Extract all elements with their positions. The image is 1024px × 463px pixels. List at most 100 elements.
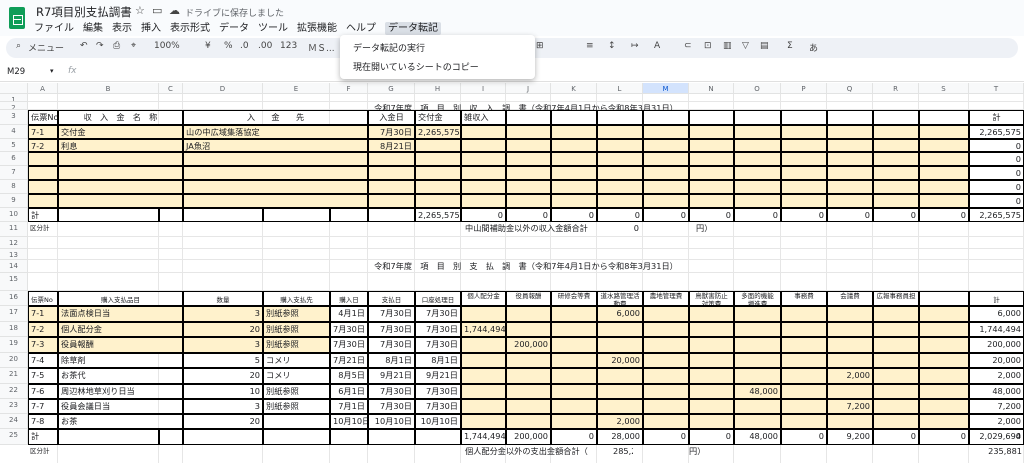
redo-icon[interactable]: ↷ [96, 41, 104, 51]
pay-cell[interactable] [919, 399, 969, 414]
pay-item[interactable]: 役員会議日当 [58, 399, 183, 414]
pay-subtotal-note[interactable]: 個人配分金以外の支出金額合計（ [463, 445, 609, 458]
income-cell[interactable] [827, 194, 873, 208]
column-header-k[interactable]: K [551, 83, 597, 94]
name-box-dropdown-icon[interactable]: ▾ [50, 67, 54, 75]
menu-7[interactable]: 拡張機能 [297, 23, 337, 34]
income-cell[interactable] [506, 139, 551, 152]
menu-item-run-transfer[interactable]: データ転記の実行 [353, 41, 425, 54]
income-total-zero[interactable]: 0 [506, 208, 551, 222]
income-total-zero[interactable]: 0 [551, 208, 597, 222]
row-header-10[interactable]: 10 [0, 208, 28, 222]
decrease-decimal-button[interactable]: .0 [240, 41, 249, 51]
increase-decimal-button[interactable]: .00 [258, 41, 272, 51]
income-misc[interactable] [461, 166, 506, 180]
income-cell[interactable] [689, 180, 734, 194]
pay-header-item[interactable]: 購入支払品目 [58, 291, 183, 306]
pay-category-amount[interactable]: 6,000 [597, 306, 643, 322]
sheets-logo-icon[interactable] [9, 7, 25, 29]
pay-buy-date[interactable]: 4月1日 [330, 306, 368, 322]
income-date[interactable] [368, 194, 415, 208]
income-total-zero[interactable]: 0 [643, 208, 689, 222]
pay-buy-date[interactable]: 7月21日 [330, 353, 368, 368]
pay-category-amount[interactable] [551, 414, 597, 429]
pay-category-amount[interactable] [506, 322, 551, 337]
pay-header-category[interactable]: 農地管理費 [643, 291, 689, 306]
undo-icon[interactable]: ↶ [80, 41, 88, 51]
income-date[interactable]: 7月30日 [368, 125, 415, 139]
pay-header-category[interactable]: 役員報酬 [506, 291, 551, 306]
income-payer[interactable] [183, 152, 368, 166]
column-header-p[interactable]: P [781, 83, 827, 94]
income-cell[interactable] [827, 152, 873, 166]
pay-item[interactable]: 個人配分金 [58, 322, 183, 337]
document-title[interactable]: R7項目別支払調書 [36, 4, 132, 20]
pay-total-category[interactable]: 1,744,494 [461, 429, 506, 445]
income-cell[interactable] [551, 166, 597, 180]
income-cell[interactable] [781, 194, 827, 208]
pay-vendor[interactable] [263, 414, 330, 429]
income-cell[interactable] [781, 152, 827, 166]
income-header-total[interactable]: 計 [969, 110, 1024, 125]
income-total-zero[interactable]: 0 [781, 208, 827, 222]
pay-category-amount[interactable] [689, 399, 734, 414]
pay-header-qty[interactable]: 数量 [183, 291, 263, 306]
pay-category-amount[interactable] [734, 322, 781, 337]
row-header-20[interactable]: 20 [0, 353, 28, 368]
pay-category-amount[interactable] [506, 414, 551, 429]
income-cell[interactable] [506, 194, 551, 208]
income-total-blank[interactable] [159, 208, 183, 222]
pay-no[interactable]: 7-8 [28, 414, 58, 429]
income-payer[interactable] [183, 166, 368, 180]
income-no[interactable] [28, 194, 58, 208]
column-header-j[interactable]: J [506, 83, 551, 94]
menu-1[interactable]: 編集 [83, 23, 103, 34]
income-cell[interactable] [919, 194, 969, 208]
income-cell[interactable] [551, 152, 597, 166]
pay-category-amount[interactable] [461, 414, 506, 429]
pay-paid-date[interactable]: 10月10日 [368, 414, 415, 429]
pay-category-amount[interactable] [551, 399, 597, 414]
column-header-s[interactable]: S [919, 83, 969, 94]
income-no[interactable] [28, 166, 58, 180]
menu-0[interactable]: ファイル [34, 23, 74, 34]
pay-row-total[interactable]: 7,200 [969, 399, 1024, 414]
pay-category-amount[interactable] [689, 306, 734, 322]
income-header-blank[interactable] [506, 110, 551, 125]
pay-no[interactable]: 7-2 [28, 322, 58, 337]
income-cell[interactable] [781, 139, 827, 152]
income-cell[interactable] [643, 125, 689, 139]
income-total-blank[interactable] [330, 208, 368, 222]
pay-subtotal-unit[interactable]: 円） [687, 445, 734, 458]
pay-category-amount[interactable] [781, 306, 827, 322]
income-total-zero[interactable]: 0 [873, 208, 919, 222]
pay-row-total[interactable]: 2,000 [969, 368, 1024, 384]
row-header-15[interactable]: 15 [0, 273, 28, 291]
zoom-select[interactable]: 100% [154, 41, 180, 51]
pay-vendor[interactable]: コメリ [263, 368, 330, 384]
pay-total-blank[interactable] [263, 429, 330, 445]
menu-5[interactable]: データ [219, 23, 249, 34]
income-cell[interactable] [734, 194, 781, 208]
pay-category-amount[interactable] [597, 384, 643, 399]
income-header-date[interactable]: 入金日 [368, 110, 415, 125]
income-total-zero[interactable]: 0 [689, 208, 734, 222]
income-name[interactable]: 交付金 [58, 125, 183, 139]
income-cell[interactable] [873, 139, 919, 152]
pay-qty[interactable]: 3 [183, 337, 263, 353]
income-cell[interactable] [781, 166, 827, 180]
pay-category-amount[interactable] [643, 322, 689, 337]
menu-item-copy-sheet[interactable]: 現在開いているシートのコピー [353, 60, 479, 73]
pay-total-category[interactable]: 0 [689, 429, 734, 445]
income-header-payer[interactable]: 入 金 先 [183, 110, 368, 125]
pay-category-amount[interactable] [734, 399, 781, 414]
pay-header-category[interactable]: 道水路管理活 動費 [597, 291, 643, 306]
income-subtotal-label[interactable]: 区分計 [28, 222, 58, 237]
functions-button[interactable]: Σ [787, 41, 793, 51]
pay-paid-date[interactable]: 7月30日 [368, 322, 415, 337]
column-header-m[interactable]: M [643, 83, 689, 94]
pay-total-blank[interactable] [183, 429, 263, 445]
menu-search[interactable]: メニュー [28, 41, 64, 54]
column-header-f[interactable]: F [330, 83, 368, 94]
menu-3[interactable]: 挿入 [141, 23, 161, 34]
